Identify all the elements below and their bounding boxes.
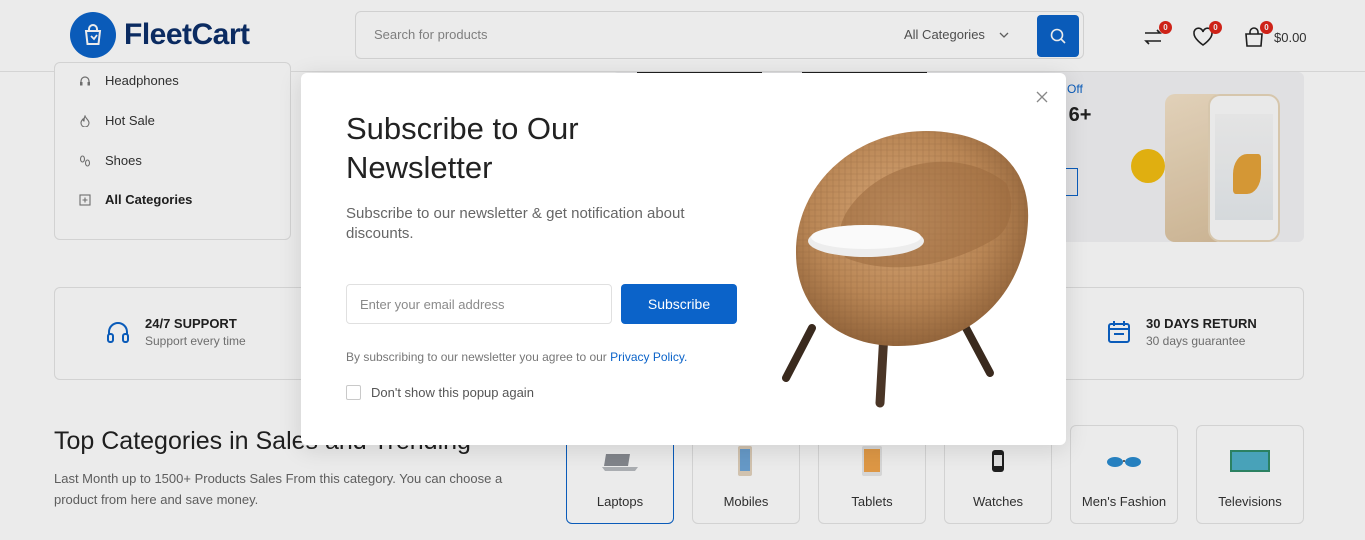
agree-notice: By subscribing to our newsletter you agr… bbox=[346, 350, 687, 364]
close-icon bbox=[1036, 91, 1048, 103]
wicker-chair-image bbox=[782, 131, 1029, 408]
modal-title: Subscribe to Our Newsletter bbox=[346, 111, 579, 185]
dont-show-option[interactable]: Don't show this popup again bbox=[346, 385, 534, 400]
dont-show-checkbox[interactable] bbox=[346, 385, 361, 400]
agree-text: By subscribing to our newsletter you agr… bbox=[346, 350, 607, 364]
privacy-policy-link[interactable]: Privacy Policy. bbox=[610, 350, 687, 364]
email-field[interactable] bbox=[346, 284, 612, 324]
newsletter-modal: Subscribe to Our Newsletter Subscribe to… bbox=[301, 73, 1066, 445]
modal-description: Subscribe to our newsletter & get notifi… bbox=[346, 205, 685, 242]
subscribe-button[interactable]: Subscribe bbox=[621, 284, 737, 324]
close-button[interactable] bbox=[1034, 89, 1050, 105]
dont-show-label: Don't show this popup again bbox=[371, 385, 534, 400]
